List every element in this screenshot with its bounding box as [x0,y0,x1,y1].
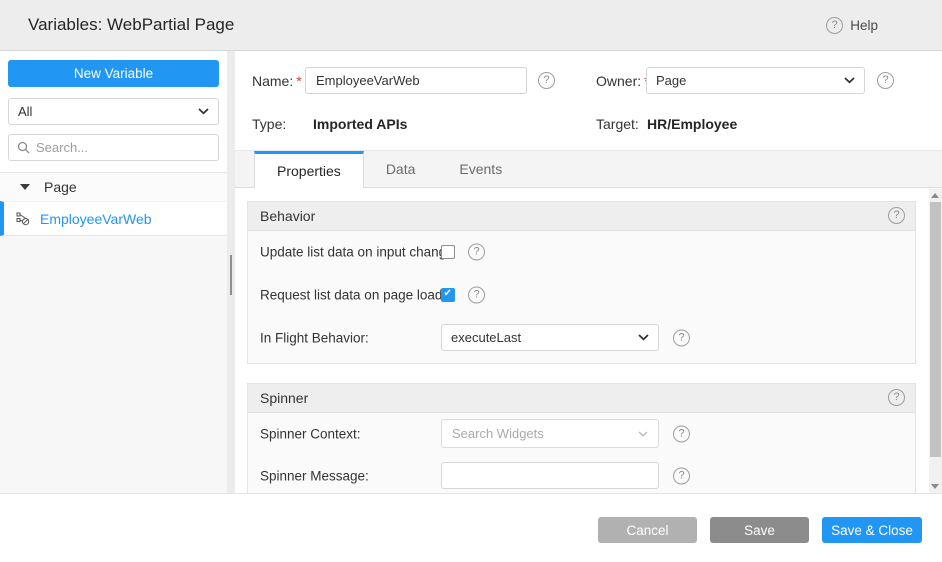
in-flight-help-icon[interactable] [673,329,690,346]
in-flight-label: In Flight Behavior: [260,330,369,345]
vertical-scrollbar [929,189,942,493]
spinner-title: Spinner [260,390,308,406]
caret-down-icon [20,184,30,190]
target-label: Target: [596,116,639,132]
type-label: Type: [252,116,286,132]
page-title: Variables: WebPartial Page [28,0,234,50]
spinner-message-help-icon[interactable] [673,467,690,484]
tree-item-label: EmployeeVarWeb [40,211,152,227]
request-list-checkbox[interactable] [441,288,455,302]
spinner-message-input[interactable] [441,462,659,489]
behavior-help-icon[interactable] [888,207,905,224]
request-list-label: Request list data on page load [260,287,442,302]
name-label: Name:* [252,73,302,89]
tab-data[interactable]: Data [364,151,438,187]
properties-scroll-area: Behavior Update list data on input chang… [235,189,929,493]
help-link[interactable]: Help [826,0,878,50]
tree-background [0,236,227,493]
scroll-up-icon[interactable] [931,193,939,198]
spinner-context-combobox[interactable]: Search Widgets [441,419,659,448]
spinner-message-row: Spinner Message: [248,462,915,489]
request-list-help-icon[interactable] [468,286,485,303]
sidebar-splitter [227,51,235,493]
required-asterisk: * [296,73,301,89]
scrollbar-thumb[interactable] [930,202,941,457]
tree-item-employeevarweb[interactable]: EmployeeVarWeb [0,201,227,236]
search-icon [17,141,30,154]
in-flight-select[interactable]: executeLast [441,324,659,351]
spinner-context-placeholder: Search Widgets [452,426,544,441]
update-list-row: Update list data on input change [248,238,915,265]
spinner-context-label: Spinner Context: [260,426,361,441]
spinner-panel-header: Spinner [248,384,915,413]
spinner-message-label: Spinner Message: [260,468,369,483]
cancel-button[interactable]: Cancel [598,517,697,543]
chevron-down-icon [198,108,209,115]
save-button[interactable]: Save [710,517,809,543]
tab-properties[interactable]: Properties [254,151,364,188]
behavior-panel: Behavior Update list data on input chang… [247,201,916,364]
in-flight-row: In Flight Behavior: executeLast [248,324,915,351]
dialog-footer: Cancel Save Save & Close [0,493,942,562]
variables-dialog: Variables: WebPartial Page Help New Vari… [0,0,942,562]
variable-detail-pane: Name:* Owner:* Page Type: Imported APIs … [235,51,942,493]
variable-type-filter[interactable]: All [8,98,219,125]
help-label[interactable]: Help [850,18,878,33]
update-list-checkbox[interactable] [441,245,455,259]
owner-value: Page [656,73,686,88]
tree-group-page[interactable]: Page [0,172,227,201]
spinner-panel: Spinner Spinner Context: Search Widgets … [247,383,916,493]
chevron-down-icon [638,334,649,341]
type-value: Imported APIs [313,116,407,132]
filter-value: All [18,104,32,119]
owner-select[interactable]: Page [646,67,865,94]
variable-search [8,134,219,161]
tree-group-label: Page [44,179,77,195]
update-list-label: Update list data on input change [260,244,454,259]
owner-help-icon[interactable] [877,72,894,89]
new-variable-button[interactable]: New Variable [8,60,219,87]
name-help-icon[interactable] [538,72,555,89]
owner-label: Owner:* [596,73,650,89]
tab-bar: Properties Data Events [235,150,942,188]
chevron-down-icon [638,431,648,437]
in-flight-value: executeLast [451,330,521,345]
variables-sidebar: New Variable All Page EmployeeVarWeb [0,51,227,493]
save-and-close-button[interactable]: Save & Close [822,517,922,543]
behavior-title: Behavior [260,208,315,224]
target-value: HR/Employee [647,116,737,132]
behavior-panel-header: Behavior [248,202,915,231]
request-list-row: Request list data on page load [248,281,915,308]
help-icon[interactable] [826,17,843,34]
dialog-header: Variables: WebPartial Page Help [0,0,942,51]
spinner-help-icon[interactable] [888,389,905,406]
update-list-help-icon[interactable] [468,243,485,260]
splitter-drag-handle[interactable] [230,255,232,295]
scroll-down-icon[interactable] [931,484,939,489]
name-input[interactable] [305,67,527,94]
webservice-icon [16,212,30,226]
spinner-context-help-icon[interactable] [673,425,690,442]
spinner-context-row: Spinner Context: Search Widgets [248,419,915,448]
search-input[interactable] [36,140,210,155]
tab-events[interactable]: Events [437,151,524,187]
chevron-down-icon [844,77,855,84]
